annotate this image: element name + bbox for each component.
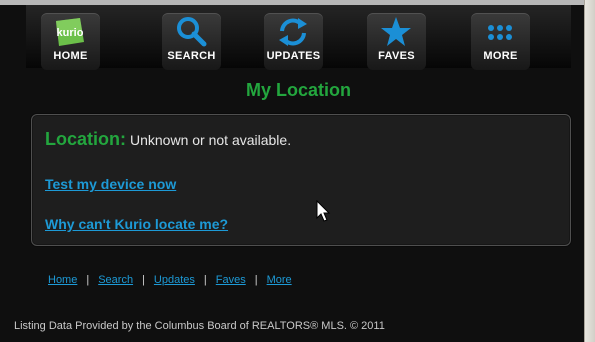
nav-search-button[interactable]: SEARCH [162,13,221,70]
browser-page: kurio HOME SEARCH UPDATES FAVES MORE My … [0,0,584,342]
footer-separator: | [254,274,258,286]
footer-separator: | [203,274,207,286]
location-label: Location: [45,129,126,149]
nav-search-label: SEARCH [167,50,216,62]
footer-separator: | [142,274,145,286]
refresh-icon [279,18,307,46]
kurio-logo-icon: kurio [56,18,84,46]
nav-more-label: MORE [483,50,518,62]
location-status-line: Location: Unknown or not available. [45,129,291,150]
footer-separator: | [86,274,90,286]
nav-faves-button[interactable]: FAVES [367,13,426,70]
footer-link-home[interactable]: Home [48,274,77,286]
search-icon [177,17,207,47]
location-value: Unknown or not available. [130,132,292,148]
test-device-link[interactable]: Test my device now [45,176,176,192]
kurio-logo-text: kurio [57,27,84,39]
nav-updates-label: UPDATES [266,50,321,62]
vertical-scrollbar[interactable] [584,0,595,342]
listing-disclaimer: Listing Data Provided by the Columbus Bo… [14,320,385,332]
footer-link-faves[interactable]: Faves [216,274,246,286]
footer-link-search[interactable]: Search [98,274,133,286]
footer-nav: Home | Search | Updates | Faves | More [48,274,292,286]
footer-link-more[interactable]: More [267,274,292,286]
nav-updates-button[interactable]: UPDATES [264,13,323,70]
more-dots-icon [488,25,512,40]
nav-more-button[interactable]: MORE [471,13,530,70]
why-cant-locate-link[interactable]: Why can't Kurio locate me? [45,216,228,232]
nav-faves-label: FAVES [378,50,415,62]
nav-home-button[interactable]: kurio HOME [41,13,100,70]
page-title: My Location [245,80,351,100]
top-nav-toolbar: kurio HOME SEARCH UPDATES FAVES MORE [26,5,571,70]
location-panel: Location: Unknown or not available. Test … [31,114,571,246]
star-icon [381,17,411,46]
footer-link-updates[interactable]: Updates [154,274,195,286]
nav-home-label: HOME [53,50,88,62]
mouse-cursor-icon [316,200,331,222]
